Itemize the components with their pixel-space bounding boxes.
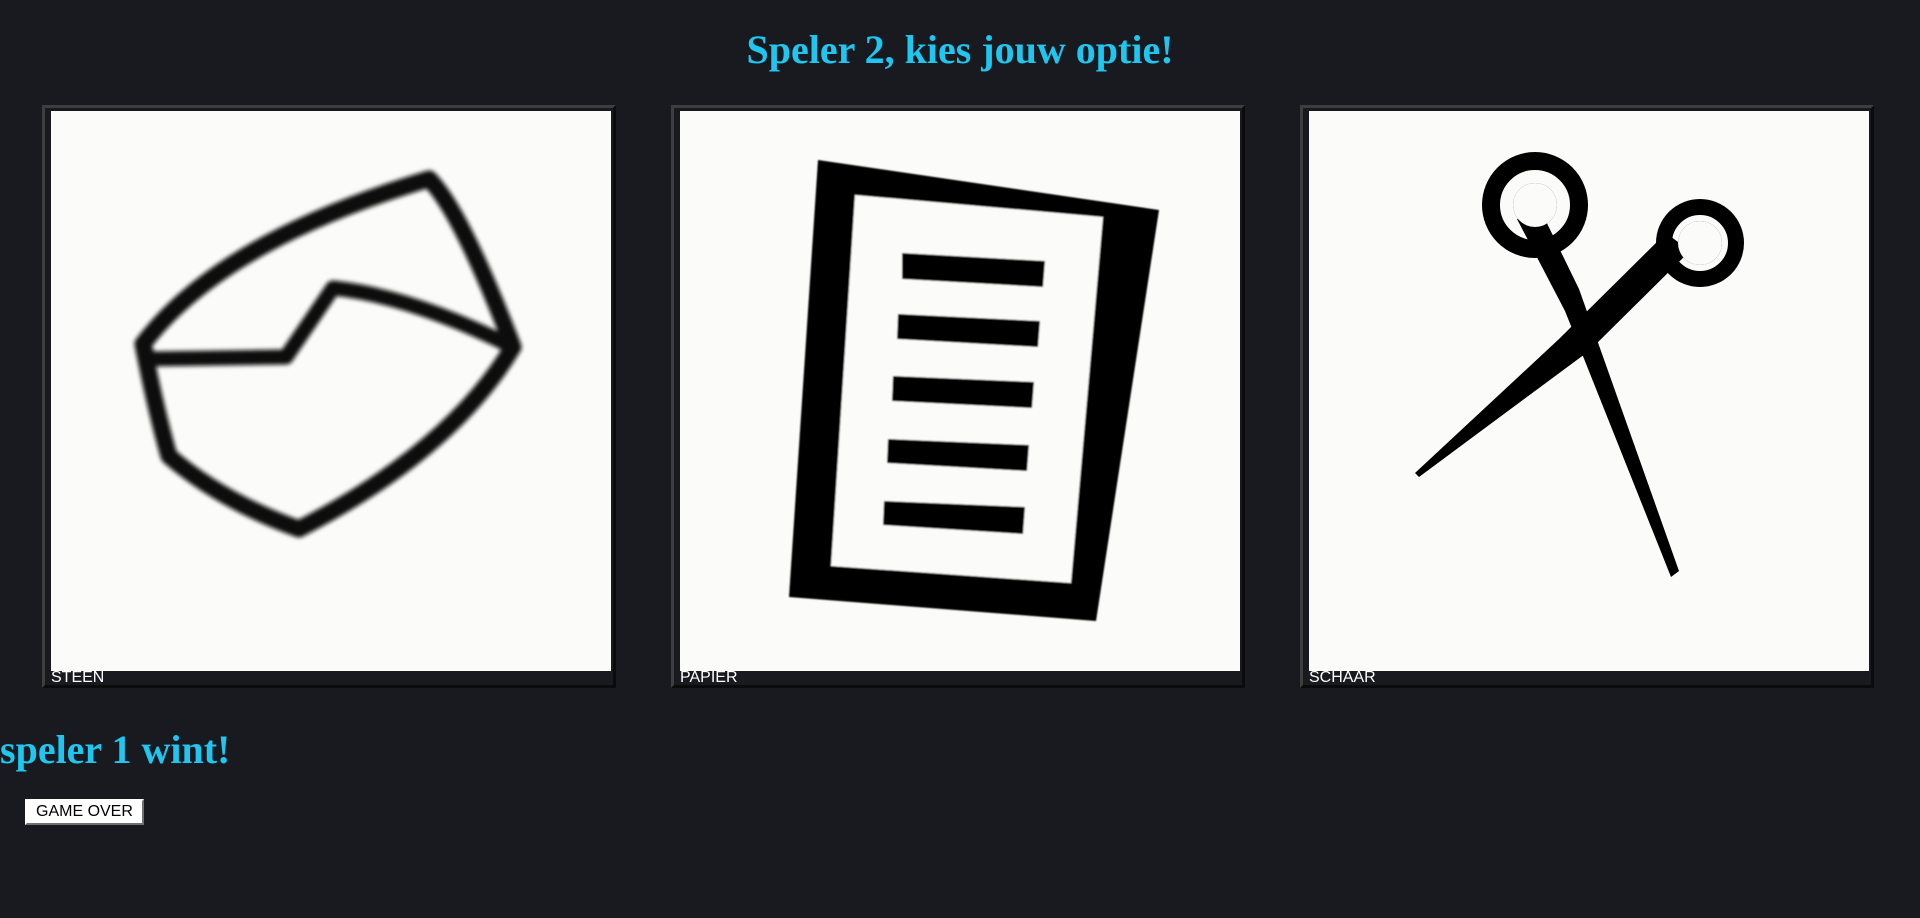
- option-label-schaar: SCHAAR: [1309, 669, 1376, 686]
- option-card-papier[interactable]: PAPIER: [671, 105, 1245, 688]
- paper-icon: [680, 111, 1240, 671]
- prompt-title: Speler 2, kies jouw optie!: [746, 27, 1174, 72]
- option-label-steen: STEEN: [51, 669, 105, 686]
- option-card-schaar[interactable]: SCHAAR: [1300, 105, 1874, 688]
- result-text: speler 1 wint!: [0, 727, 231, 772]
- option-label-papier: PAPIER: [680, 669, 738, 686]
- scissors-icon: [1309, 111, 1869, 671]
- option-card-steen[interactable]: STEEN: [42, 105, 616, 688]
- rock-icon: [51, 111, 611, 671]
- game-over-button[interactable]: GAME OVER: [25, 799, 144, 825]
